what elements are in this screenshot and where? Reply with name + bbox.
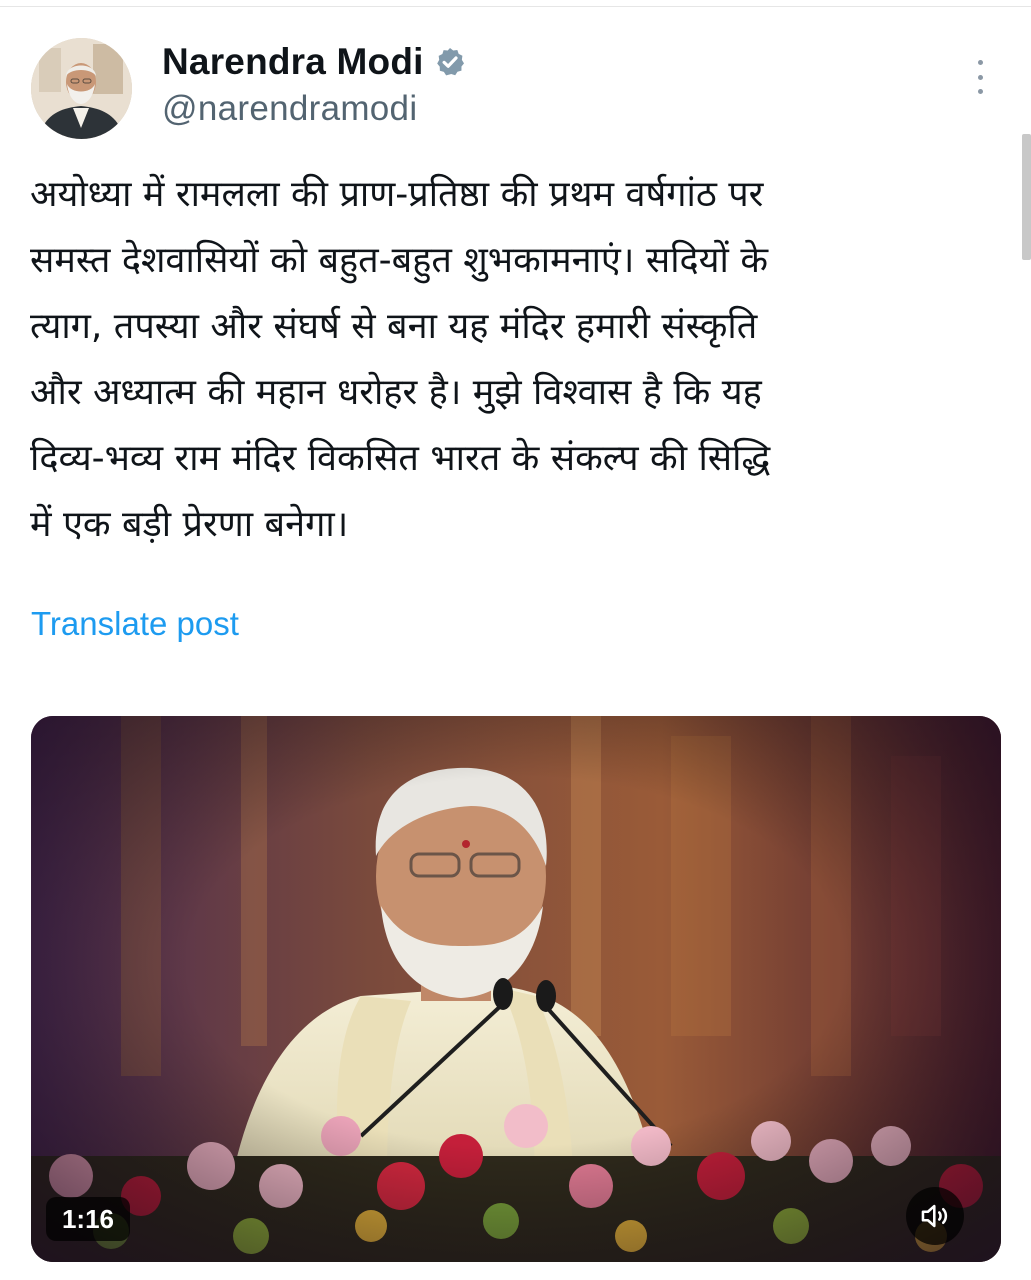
avatar-image bbox=[31, 38, 132, 139]
post-line: में एक बड़ी प्रेरणा बनेगा। bbox=[30, 504, 349, 545]
avatar[interactable] bbox=[31, 38, 132, 139]
post-line: त्याग, तपस्या और संघर्ष से बना यह मंदिर … bbox=[30, 306, 758, 347]
video-frame bbox=[31, 716, 1001, 1262]
post-line: दिव्य-भव्य राम मंदिर विकसित भारत के संकल… bbox=[30, 438, 771, 479]
divider bbox=[0, 6, 1031, 7]
more-vertical-icon[interactable] bbox=[968, 60, 992, 94]
scrollbar[interactable] bbox=[1022, 134, 1031, 260]
speaker-muted-icon[interactable] bbox=[906, 1187, 964, 1245]
post-text: अयोध्या में रामलला की प्राण-प्रतिष्ठा की… bbox=[30, 162, 1002, 558]
post-page: Narendra Modi @narendramodi अयोध्या में … bbox=[0, 0, 1031, 1280]
post-line: और अध्यात्म की महान धरोहर है। मुझे विश्व… bbox=[30, 372, 762, 413]
author-handle[interactable]: @narendramodi bbox=[162, 88, 417, 130]
translate-post-link[interactable]: Translate post bbox=[31, 603, 239, 645]
video-player[interactable] bbox=[31, 716, 1001, 1262]
post-line: अयोध्या में रामलला की प्राण-प्रतिष्ठा की… bbox=[30, 174, 764, 215]
author-name[interactable]: Narendra Modi bbox=[162, 40, 424, 84]
author-header: Narendra Modi bbox=[162, 40, 466, 84]
post-line: समस्त देशवासियों को बहुत-बहुत शुभकामनाएं… bbox=[30, 240, 768, 281]
video-duration-badge: 1:16 bbox=[46, 1197, 130, 1241]
verified-badge-icon[interactable] bbox=[434, 46, 466, 78]
